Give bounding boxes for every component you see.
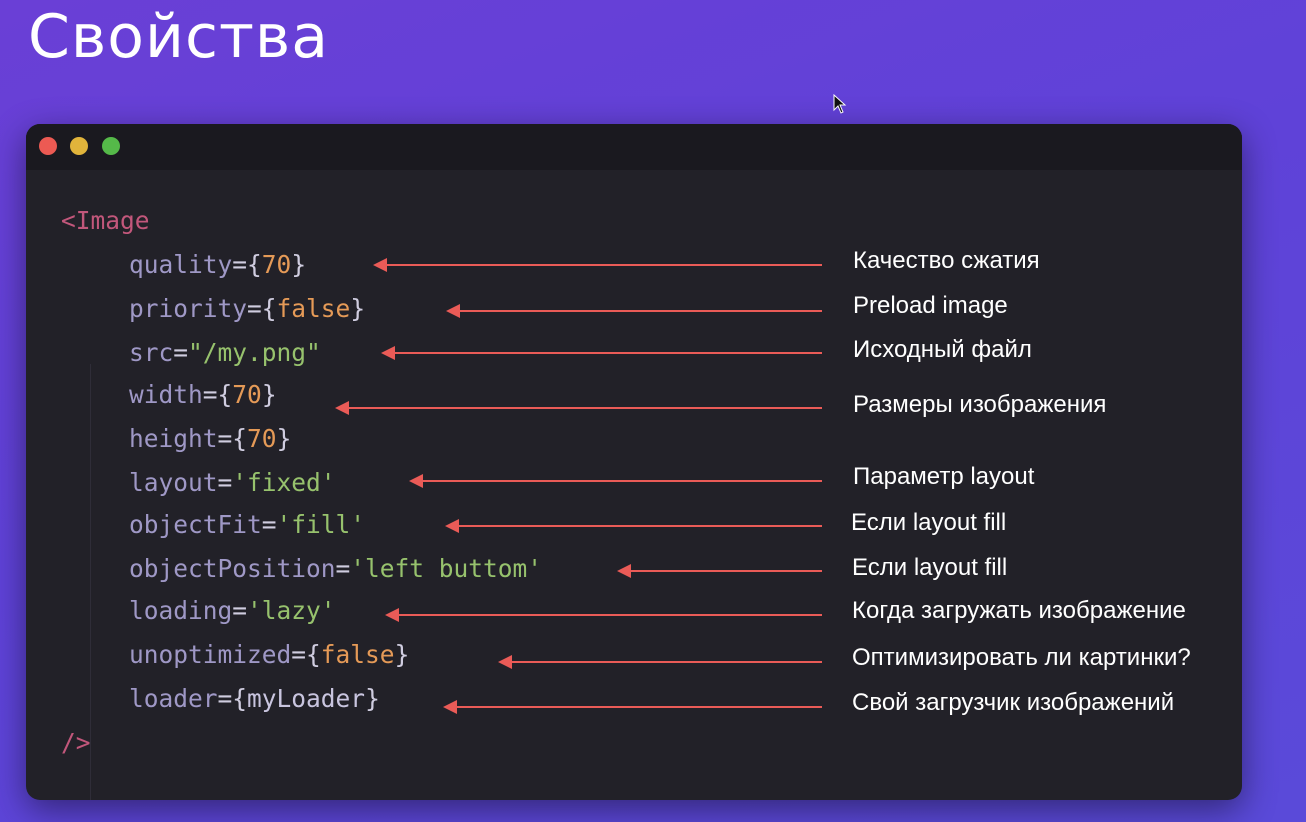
prop-equals: = bbox=[232, 596, 248, 625]
prop-value: 'left buttom' bbox=[350, 554, 543, 583]
code-prop-objectPosition: objectPosition='left buttom' bbox=[129, 554, 542, 584]
code-close-tag: /> bbox=[61, 728, 91, 757]
annotation-label: Качество сжатия bbox=[853, 247, 1040, 274]
prop-value: "/my.png" bbox=[188, 338, 321, 367]
pointer-arrow-icon bbox=[385, 608, 822, 622]
annotation-label: Размеры изображения bbox=[853, 391, 1107, 418]
prop-name: loading bbox=[129, 596, 233, 625]
annotation-label: Когда загружать изображение bbox=[852, 597, 1186, 624]
code-prop-priority: priority={false} bbox=[129, 294, 365, 324]
pointer-arrow-icon bbox=[381, 346, 822, 360]
prop-brace-open: { bbox=[306, 640, 321, 669]
annotation-label: Свой загрузчик изображений bbox=[852, 689, 1175, 716]
code-prop-unoptimized: unoptimized={false} bbox=[129, 640, 409, 670]
prop-equals: = bbox=[173, 338, 189, 367]
prop-value: 70 bbox=[247, 424, 277, 453]
code-prop-layout: layout='fixed' bbox=[129, 468, 336, 498]
prop-name: height bbox=[129, 424, 218, 453]
pointer-arrow-icon bbox=[446, 304, 822, 318]
annotation-label: Оптимизировать ли картинки? bbox=[852, 644, 1191, 671]
prop-name: src bbox=[129, 338, 174, 367]
code-prop-width: width={70} bbox=[129, 380, 277, 410]
prop-name: priority bbox=[129, 294, 248, 323]
code-open-tag: <Image bbox=[61, 206, 150, 235]
prop-name: objectPosition bbox=[129, 554, 336, 583]
prop-brace-close: } bbox=[276, 424, 292, 453]
code-prop-src: src="/my.png" bbox=[129, 338, 321, 368]
prop-equals: = bbox=[217, 424, 233, 453]
code-prop-quality: quality={70} bbox=[129, 250, 306, 280]
prop-value: myLoader bbox=[247, 684, 366, 713]
annotation-label: Preload image bbox=[853, 292, 1008, 319]
prop-value: 70 bbox=[261, 250, 292, 279]
prop-brace-close: } bbox=[291, 250, 307, 279]
prop-name: unoptimized bbox=[129, 640, 292, 669]
prop-equals: = bbox=[232, 250, 248, 279]
prop-value: 'lazy' bbox=[247, 596, 336, 625]
prop-brace-close: } bbox=[261, 380, 277, 409]
pointer-arrow-icon bbox=[373, 258, 822, 272]
prop-equals: = bbox=[202, 380, 218, 409]
code-prop-loader: loader={myLoader} bbox=[129, 684, 380, 714]
prop-name: quality bbox=[129, 250, 233, 279]
prop-name: layout bbox=[129, 468, 218, 497]
prop-equals: = bbox=[261, 510, 277, 539]
prop-brace-open: { bbox=[261, 294, 277, 323]
pointer-arrow-icon bbox=[498, 655, 822, 669]
annotation-label: Если layout fill bbox=[852, 554, 1008, 581]
prop-equals: = bbox=[217, 468, 233, 497]
prop-value: false bbox=[276, 294, 351, 323]
prop-equals: = bbox=[335, 554, 351, 583]
prop-name: loader bbox=[129, 684, 218, 713]
annotation-label: Если layout fill bbox=[851, 509, 1007, 536]
prop-value: false bbox=[320, 640, 395, 669]
prop-name: width bbox=[129, 380, 203, 409]
prop-brace-close: } bbox=[350, 294, 366, 323]
annotation-label: Параметр layout bbox=[853, 463, 1035, 490]
prop-value: 'fixed' bbox=[232, 468, 336, 497]
mouse-cursor-icon bbox=[833, 94, 847, 114]
prop-brace-close: } bbox=[365, 684, 380, 713]
prop-value: 70 bbox=[232, 380, 262, 409]
pointer-arrow-icon bbox=[443, 700, 822, 714]
pointer-arrow-icon bbox=[617, 564, 822, 578]
pointer-arrow-icon bbox=[409, 474, 822, 488]
code-prop-loading: loading='lazy' bbox=[129, 596, 336, 626]
prop-brace-open: { bbox=[247, 250, 262, 279]
annotation-label: Исходный файл bbox=[853, 336, 1032, 363]
pointer-arrow-icon bbox=[335, 401, 822, 415]
prop-equals: = bbox=[217, 684, 233, 713]
code-prop-objectFit: objectFit='fill' bbox=[129, 510, 365, 540]
prop-value: 'fill' bbox=[276, 510, 366, 539]
prop-equals: = bbox=[247, 294, 262, 323]
prop-equals: = bbox=[291, 640, 307, 669]
pointer-arrow-icon bbox=[445, 519, 822, 533]
code-prop-height: height={70} bbox=[129, 424, 291, 454]
prop-name: objectFit bbox=[129, 510, 262, 539]
prop-brace-close: } bbox=[394, 640, 410, 669]
prop-brace-open: { bbox=[232, 424, 248, 453]
prop-brace-open: { bbox=[217, 380, 233, 409]
slide-title: Свойства bbox=[28, 2, 330, 72]
prop-brace-open: { bbox=[232, 684, 248, 713]
